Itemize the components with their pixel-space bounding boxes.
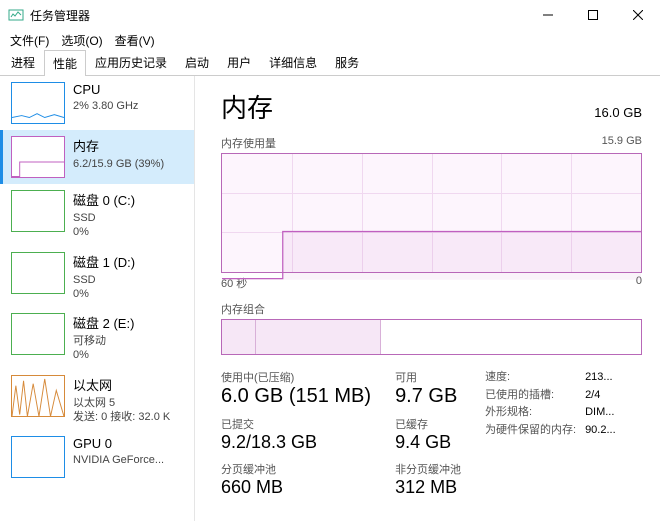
capacity: 16.0 GB xyxy=(594,105,642,120)
tab-app-history[interactable]: 应用历史记录 xyxy=(86,49,176,75)
composition-label: 内存组合 xyxy=(221,301,642,317)
tab-performance[interactable]: 性能 xyxy=(44,50,86,76)
cpu-thumb xyxy=(11,82,65,124)
ethernet-thumb xyxy=(11,375,65,417)
sidebar-item-disk-2[interactable]: 磁盘 2 (E:) 可移动 0% xyxy=(0,307,194,369)
app-icon xyxy=(8,7,24,23)
memory-usage-graph xyxy=(221,153,642,273)
disk-thumb xyxy=(11,252,65,294)
sidebar-item-label: GPU 0 xyxy=(73,436,164,451)
maximize-button[interactable] xyxy=(570,0,615,30)
slots-value: 2/4 xyxy=(585,387,600,405)
tab-users[interactable]: 用户 xyxy=(218,49,260,75)
sidebar-item-memory[interactable]: 内存 6.2/15.9 GB (39%) xyxy=(0,130,194,184)
graph-label: 内存使用量 xyxy=(221,135,276,151)
gpu-thumb xyxy=(11,436,65,478)
nonpaged-label: 非分页缓冲池 xyxy=(395,461,461,477)
form-value: DIM... xyxy=(585,404,614,422)
sidebar-item-disk-0[interactable]: 磁盘 0 (C:) SSD 0% xyxy=(0,184,194,246)
sidebar-item-label: 内存 xyxy=(73,136,164,155)
minimize-button[interactable] xyxy=(525,0,570,30)
paged-label: 分页缓冲池 xyxy=(221,461,371,477)
speed-value: 213... xyxy=(585,369,613,387)
in-use-label: 使用中(已压缩) xyxy=(221,369,371,385)
main-panel: 内存 16.0 GB 内存使用量 15.9 GB 60 秒 0 内存组合 xyxy=(195,76,660,521)
tab-processes[interactable]: 进程 xyxy=(2,49,44,75)
reserved-value: 90.2... xyxy=(585,422,616,440)
menu-options[interactable]: 选项(O) xyxy=(57,30,106,51)
disk-thumb xyxy=(11,313,65,355)
available-label: 可用 xyxy=(395,369,461,385)
sidebar: CPU 2% 3.80 GHz 内存 6.2/15.9 GB (39%) 磁盘 … xyxy=(0,76,195,521)
memory-specs: 速度:213... 已使用的插槽:2/4 外形规格:DIM... 为硬件保留的内… xyxy=(485,369,616,498)
committed-value: 9.2/18.3 GB xyxy=(221,432,371,453)
sidebar-item-sub: SSD 0% xyxy=(73,273,135,302)
sidebar-item-label: 磁盘 2 (E:) xyxy=(73,313,134,332)
available-value: 9.7 GB xyxy=(395,385,461,408)
sidebar-item-disk-1[interactable]: 磁盘 1 (D:) SSD 0% xyxy=(0,246,194,308)
menu-view[interactable]: 查看(V) xyxy=(111,30,159,51)
sidebar-item-sub: NVIDIA GeForce... xyxy=(73,453,164,467)
cached-label: 已缓存 xyxy=(395,416,461,432)
tab-startup[interactable]: 启动 xyxy=(176,49,218,75)
memory-composition xyxy=(221,319,642,355)
committed-label: 已提交 xyxy=(221,416,371,432)
sidebar-item-sub: 以太网 5 发送: 0 接收: 32.0 K xyxy=(73,396,170,425)
sidebar-item-ethernet[interactable]: 以太网 以太网 5 发送: 0 接收: 32.0 K xyxy=(0,369,194,431)
sidebar-item-sub: SSD 0% xyxy=(73,211,135,240)
menu-file[interactable]: 文件(F) xyxy=(6,30,53,51)
tabs: 进程 性能 应用历史记录 启动 用户 详细信息 服务 xyxy=(0,50,660,76)
disk-thumb xyxy=(11,190,65,232)
sidebar-item-sub: 可移动 0% xyxy=(73,334,134,363)
sidebar-item-sub: 6.2/15.9 GB (39%) xyxy=(73,157,164,171)
sidebar-item-label: 磁盘 0 (C:) xyxy=(73,190,135,209)
in-use-value: 6.0 GB (151 MB) xyxy=(221,385,371,408)
tab-details[interactable]: 详细信息 xyxy=(260,49,326,75)
memory-thumb xyxy=(11,136,65,178)
page-title: 内存 xyxy=(221,88,273,125)
menubar: 文件(F) 选项(O) 查看(V) xyxy=(0,30,660,50)
tab-services[interactable]: 服务 xyxy=(326,49,368,75)
graph-max: 15.9 GB xyxy=(602,135,642,151)
paged-value: 660 MB xyxy=(221,477,371,498)
cached-value: 9.4 GB xyxy=(395,432,461,453)
nonpaged-value: 312 MB xyxy=(395,477,461,498)
sidebar-item-label: 磁盘 1 (D:) xyxy=(73,252,135,271)
sidebar-item-cpu[interactable]: CPU 2% 3.80 GHz xyxy=(0,76,194,130)
window-title: 任务管理器 xyxy=(30,7,525,24)
sidebar-item-label: 以太网 xyxy=(73,375,170,394)
close-button[interactable] xyxy=(615,0,660,30)
sidebar-item-label: CPU xyxy=(73,82,138,97)
sidebar-item-gpu-0[interactable]: GPU 0 NVIDIA GeForce... xyxy=(0,430,194,484)
sidebar-item-sub: 2% 3.80 GHz xyxy=(73,99,138,113)
